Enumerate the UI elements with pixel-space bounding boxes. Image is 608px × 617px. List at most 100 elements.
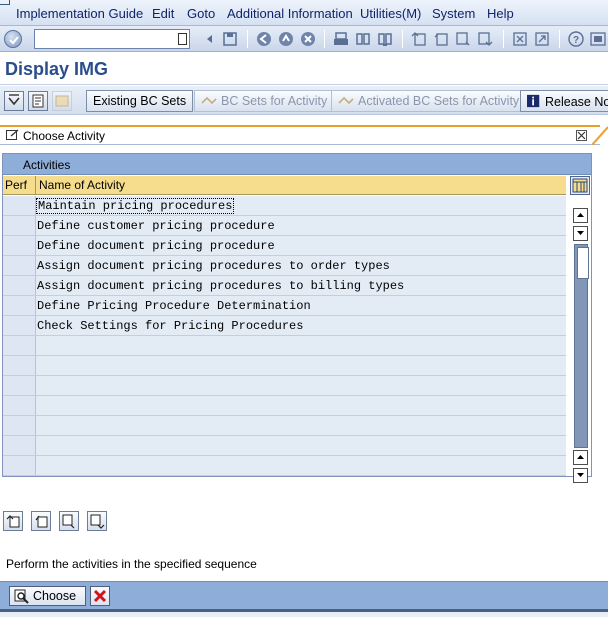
table-body: Maintain pricing procedures Define custo… [3,196,566,476]
enter-icon[interactable] [4,30,22,48]
scroll-down-icon[interactable] [573,468,588,483]
table-row[interactable] [3,396,566,416]
table-row[interactable]: Maintain pricing procedures [3,196,566,216]
back-icon[interactable] [202,30,220,48]
table-row[interactable] [3,336,566,356]
cancel-icon[interactable] [90,586,110,606]
scroll-page-up-icon[interactable] [573,226,588,241]
menu-system[interactable]: System [432,6,475,21]
scroll-thumb[interactable] [577,247,589,279]
layout-icon[interactable] [589,30,607,48]
row-selector[interactable] [3,276,36,295]
table-row[interactable]: Assign document pricing procedures to bi… [3,276,566,296]
cancel-icon[interactable] [299,30,317,48]
column-header-perf[interactable]: Perf [3,176,36,194]
menu-goto[interactable]: Goto [187,6,215,21]
row-selector[interactable] [3,376,36,395]
expand-subtree-icon[interactable] [4,91,24,111]
command-field[interactable] [34,29,190,49]
table-settings-icon[interactable] [570,176,590,195]
dialog-title-bar: Choose Activity [0,125,600,145]
table-row[interactable]: Check Settings for Pricing Procedures [3,316,566,336]
documentation-icon[interactable] [28,91,48,111]
activated-bc-sets-button[interactable]: Activated BC Sets for Activity [331,90,527,112]
status-strip [0,612,608,617]
create-session-icon[interactable] [511,30,529,48]
last-page-icon[interactable] [476,30,494,48]
first-page-icon[interactable] [3,511,23,531]
table-row[interactable]: Define document pricing procedure [3,236,566,256]
shortcut-icon[interactable] [533,30,551,48]
scroll-up-icon[interactable] [573,208,588,223]
table-title: Activities [23,158,71,172]
first-page-icon[interactable] [410,30,428,48]
find-next-icon[interactable] [376,30,394,48]
row-selector[interactable] [3,256,36,275]
bc-sets-for-activity-button[interactable]: BC Sets for Activity [194,90,335,112]
dialog-corner-icon [592,126,608,145]
row-selector[interactable] [3,216,36,235]
activity-name[interactable]: Check Settings for Pricing Procedures [37,319,303,333]
help-icon[interactable]: ? [567,30,585,48]
info-icon [527,94,540,108]
menu-help[interactable]: Help [487,6,514,21]
dialog-title: Choose Activity [23,129,106,143]
row-selector[interactable] [3,316,36,335]
close-icon[interactable] [576,130,587,141]
page-title: Display IMG [5,59,109,79]
activity-name[interactable]: Define customer pricing procedure [37,219,275,233]
release-notes-button[interactable]: Release No [520,90,608,112]
activity-name[interactable]: Define document pricing procedure [37,239,275,253]
activity-name[interactable]: Define Pricing Procedure Determination [37,299,311,313]
menu-implementation-guide[interactable]: Implementation Guide [16,6,143,21]
previous-page-icon[interactable] [432,30,450,48]
row-selector[interactable] [3,396,36,415]
svg-text:?: ? [573,35,579,46]
back-nav-icon[interactable] [255,30,273,48]
table-row[interactable] [3,436,566,456]
table-row[interactable] [3,456,566,476]
row-selector[interactable] [3,436,36,455]
row-selector[interactable] [3,416,36,435]
menu-utilities[interactable]: Utilities(M) [360,6,421,21]
row-selector[interactable] [3,236,36,255]
choose-button[interactable]: Choose [9,586,86,606]
choose-activity-dialog: Choose Activity Activities Perf Name of … [0,125,608,617]
scroll-track[interactable] [574,244,589,448]
table-row[interactable]: Define customer pricing procedure [3,216,566,236]
table-title-bar: Activities [3,154,591,175]
menu-additional-information[interactable]: Additional Information [227,6,353,21]
vertical-scrollbar[interactable] [572,196,590,483]
previous-page-icon[interactable] [31,511,51,531]
row-selector[interactable] [3,456,36,475]
exit-icon[interactable] [277,30,295,48]
table-row[interactable] [3,376,566,396]
command-input[interactable] [35,30,171,48]
row-selector[interactable] [3,196,36,215]
scroll-page-down-icon[interactable] [573,450,588,465]
activity-name[interactable]: Assign document pricing procedures to or… [37,259,390,273]
row-selector[interactable] [3,296,36,315]
bc-set-icon[interactable] [52,91,72,111]
table-row[interactable] [3,416,566,436]
save-icon[interactable] [221,30,239,48]
table-row[interactable] [3,356,566,376]
command-history-icon[interactable] [178,33,187,45]
choose-icon [14,589,29,604]
activity-name[interactable]: Maintain pricing procedures [35,198,235,214]
table-row[interactable]: Define Pricing Procedure Determination [3,296,566,316]
column-header-name[interactable]: Name of Activity [37,176,125,192]
next-page-icon[interactable] [454,30,472,48]
menu-bar: Implementation Guide Edit Goto Additiona… [0,0,608,26]
last-page-icon[interactable] [87,511,107,531]
activity-name[interactable]: Assign document pricing procedures to bi… [37,279,404,293]
bc-set-icon [338,96,354,105]
find-icon[interactable] [354,30,372,48]
existing-bc-sets-button[interactable]: Existing BC Sets [86,90,194,112]
menu-edit[interactable]: Edit [152,6,174,21]
print-icon[interactable] [332,30,350,48]
row-selector[interactable] [3,356,36,375]
next-page-icon[interactable] [59,511,79,531]
row-selector[interactable] [3,336,36,355]
table-row[interactable]: Assign document pricing procedures to or… [3,256,566,276]
